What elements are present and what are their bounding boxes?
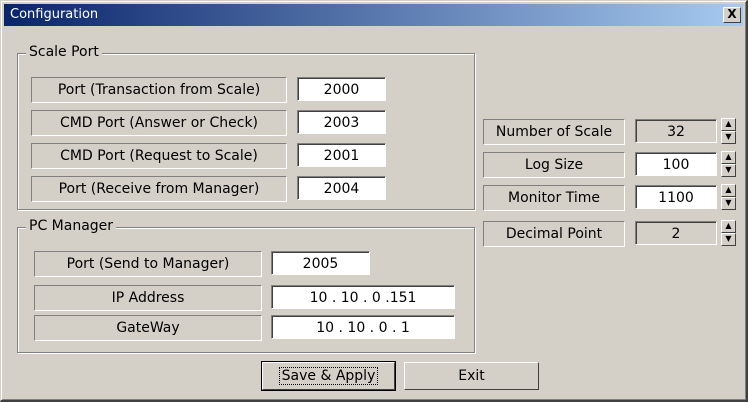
port-send-label: Port (Send to Manager): [34, 251, 262, 277]
spin-down-icon[interactable]: ▼: [721, 197, 736, 210]
number-of-scale-input[interactable]: 32: [635, 119, 717, 143]
spin-up-icon[interactable]: ▲: [721, 118, 736, 131]
log-size-spinner[interactable]: ▲ ▼: [721, 151, 736, 177]
spin-down-icon[interactable]: ▼: [721, 164, 736, 177]
gateway-label: GateWay: [34, 315, 262, 341]
decimal-point-input[interactable]: 2: [635, 221, 717, 245]
spin-up-icon[interactable]: ▲: [721, 184, 736, 197]
scale-port-legend: Scale Port: [26, 44, 102, 60]
port-transaction-input[interactable]: 2000: [297, 77, 386, 101]
exit-button[interactable]: Exit: [404, 362, 539, 390]
save-apply-button[interactable]: Save & Apply: [261, 361, 396, 391]
spin-up-icon[interactable]: ▲: [721, 220, 736, 233]
port-transaction-label: Port (Transaction from Scale): [31, 77, 287, 103]
pc-manager-legend: PC Manager: [26, 218, 117, 234]
gateway-input[interactable]: 10 . 10 . 0 . 1: [271, 315, 455, 339]
cmd-port-answer-label: CMD Port (Answer or Check): [31, 110, 287, 136]
decimal-point-spinner[interactable]: ▲ ▼: [721, 220, 736, 246]
ip-address-input[interactable]: 10 . 10 . 0 .151: [271, 285, 455, 309]
configuration-window: Configuration X Scale Port Port (Transac…: [0, 0, 748, 402]
save-apply-label: Save & Apply: [278, 367, 379, 385]
monitor-time-label: Monitor Time: [483, 185, 625, 211]
monitor-time-input[interactable]: 1100: [635, 185, 717, 209]
log-size-label: Log Size: [483, 152, 625, 178]
port-receive-label: Port (Receive from Manager): [31, 176, 287, 202]
ip-address-label: IP Address: [34, 285, 262, 311]
window-title: Configuration: [10, 7, 99, 22]
title-bar[interactable]: Configuration X: [4, 4, 743, 26]
port-receive-input[interactable]: 2004: [297, 176, 386, 200]
number-of-scale-label: Number of Scale: [483, 119, 625, 145]
decimal-point-label: Decimal Point: [483, 221, 625, 247]
spin-down-icon[interactable]: ▼: [721, 131, 736, 144]
spin-down-icon[interactable]: ▼: [721, 233, 736, 246]
log-size-input[interactable]: 100: [635, 152, 717, 176]
cmd-port-answer-input[interactable]: 2003: [297, 110, 386, 134]
port-send-input[interactable]: 2005: [271, 251, 370, 275]
monitor-time-spinner[interactable]: ▲ ▼: [721, 184, 736, 210]
cmd-port-request-input[interactable]: 2001: [297, 143, 386, 167]
number-of-scale-spinner[interactable]: ▲ ▼: [721, 118, 736, 144]
cmd-port-request-label: CMD Port (Request to Scale): [31, 143, 287, 169]
close-button[interactable]: X: [723, 7, 741, 23]
spin-up-icon[interactable]: ▲: [721, 151, 736, 164]
